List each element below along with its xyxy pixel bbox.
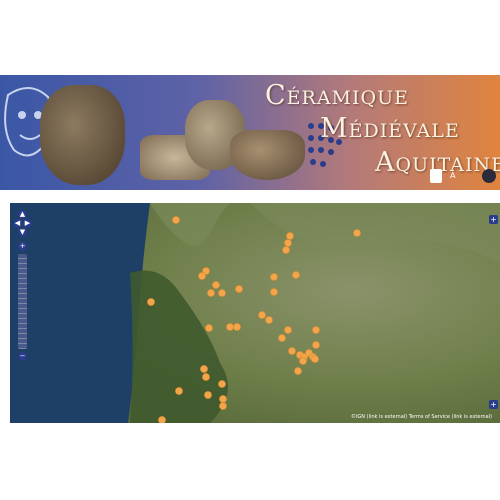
site-marker[interactable] (207, 289, 215, 297)
ceramic-jug-image (40, 85, 125, 185)
map-viewer[interactable]: ▲ ◀ ▶ ▼ + − + + ©IGN (link is external) … (10, 203, 500, 423)
partner-logo-3[interactable] (482, 169, 496, 183)
site-marker[interactable] (205, 324, 213, 332)
site-marker[interactable] (294, 367, 302, 375)
site-marker[interactable] (204, 391, 212, 399)
page: Céramique Médiévale Aquitaine A ▲ ◀ ▶ ▼ … (0, 0, 500, 500)
ceramic-bowl-image (230, 130, 305, 180)
site-marker[interactable] (172, 216, 180, 224)
pan-right-button[interactable]: ▶ (23, 219, 32, 228)
banner-title-ceramique: Céramique (265, 80, 409, 111)
pan-left-button[interactable]: ◀ (13, 219, 22, 228)
satellite-basemap[interactable] (10, 203, 500, 423)
map-attribution[interactable]: ©IGN (link is external) Terms of Service… (351, 414, 492, 420)
site-marker[interactable] (235, 285, 243, 293)
site-marker[interactable] (286, 232, 294, 240)
site-marker[interactable] (258, 311, 266, 319)
zoom-slider[interactable] (18, 254, 27, 349)
banner-title-medievale: Médiévale (320, 113, 460, 144)
site-marker[interactable] (202, 373, 210, 381)
site-marker[interactable] (175, 387, 183, 395)
overview-map-toggle[interactable]: + (489, 400, 498, 409)
site-marker[interactable] (278, 334, 286, 342)
site-marker[interactable] (226, 323, 234, 331)
site-marker[interactable] (212, 281, 220, 289)
partner-logo-1[interactable] (430, 169, 442, 183)
site-marker[interactable] (311, 355, 319, 363)
site-marker[interactable] (284, 239, 292, 247)
pan-down-button[interactable]: ▼ (18, 228, 27, 237)
site-marker[interactable] (265, 316, 273, 324)
site-marker[interactable] (288, 347, 296, 355)
zoom-in-button[interactable]: + (18, 242, 27, 251)
site-marker[interactable] (200, 365, 208, 373)
site-marker[interactable] (158, 416, 166, 423)
atlantic-ocean (10, 203, 150, 423)
partner-logo-2[interactable]: A (450, 169, 474, 183)
site-marker[interactable] (282, 246, 290, 254)
site-marker[interactable] (147, 298, 155, 306)
site-marker[interactable] (270, 288, 278, 296)
pan-up-button[interactable]: ▲ (18, 210, 27, 219)
site-marker[interactable] (218, 380, 226, 388)
site-marker[interactable] (270, 273, 278, 281)
site-marker[interactable] (198, 272, 206, 280)
site-marker[interactable] (219, 402, 227, 410)
site-marker[interactable] (233, 323, 241, 331)
site-marker[interactable] (218, 289, 226, 297)
site-marker[interactable] (292, 271, 300, 279)
layer-switcher-button[interactable]: + (489, 215, 498, 224)
site-marker[interactable] (353, 229, 361, 237)
site-marker[interactable] (312, 341, 320, 349)
site-marker[interactable] (312, 326, 320, 334)
zoom-out-button[interactable]: − (18, 352, 27, 361)
site-marker[interactable] (284, 326, 292, 334)
site-marker[interactable] (219, 395, 227, 403)
site-marker[interactable] (299, 357, 307, 365)
site-banner: Céramique Médiévale Aquitaine (0, 75, 500, 190)
